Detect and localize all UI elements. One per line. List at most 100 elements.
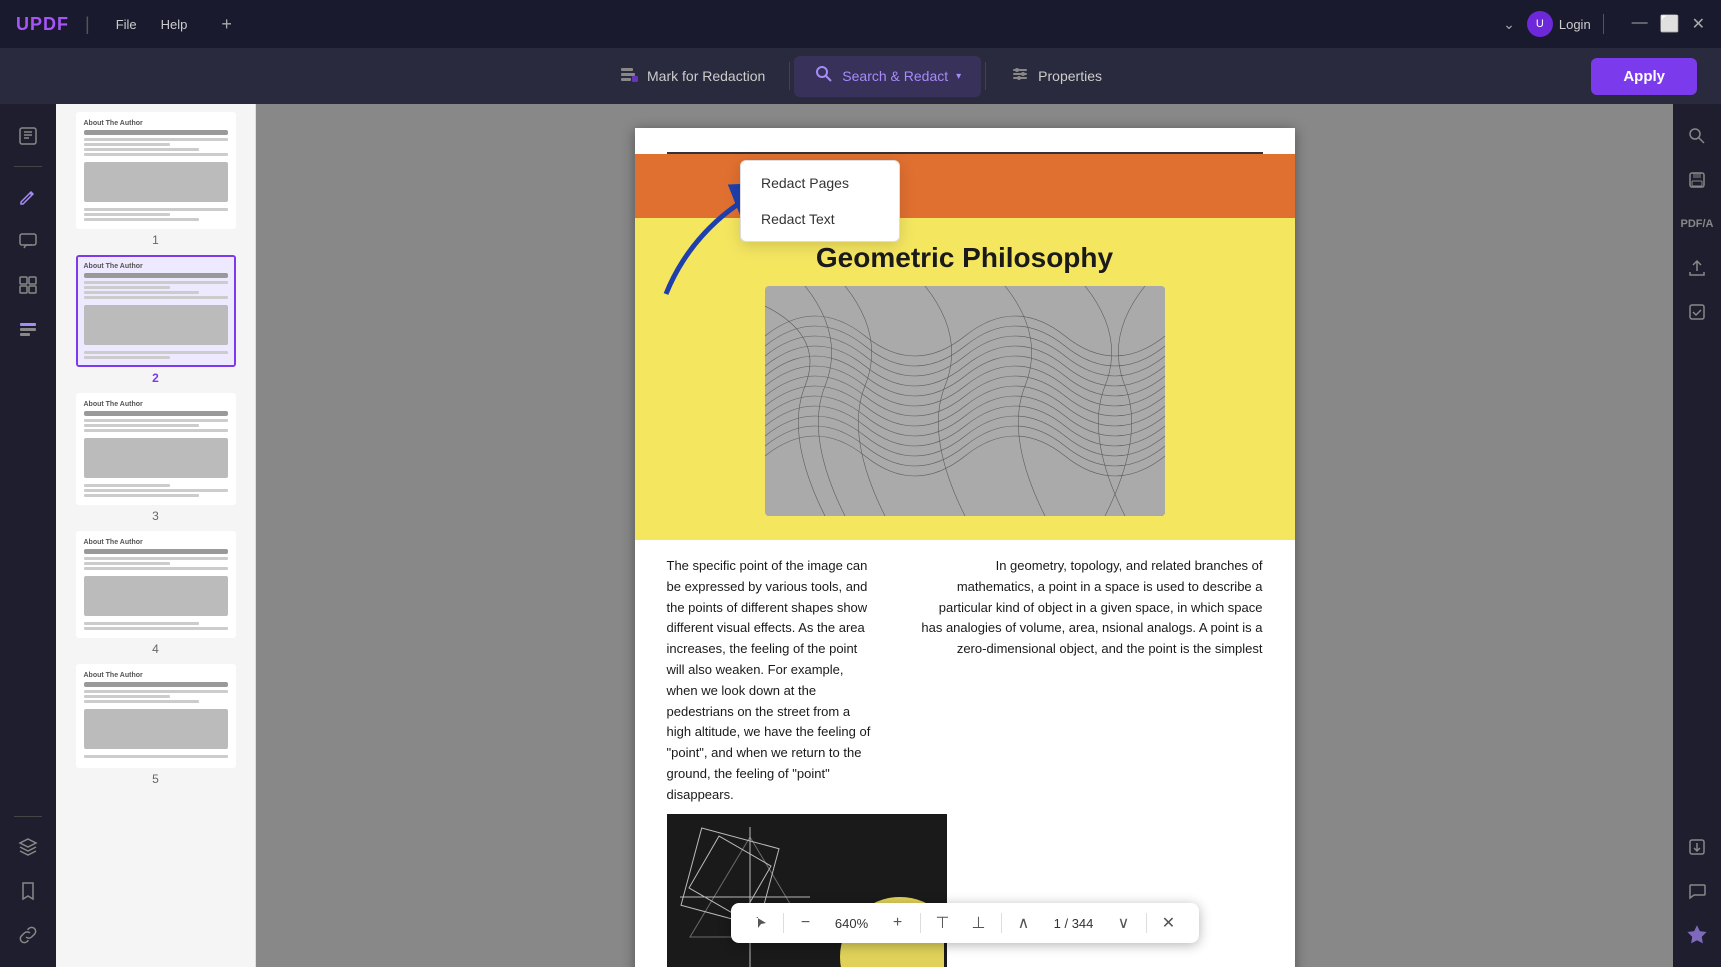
page-thumb-3[interactable]: About The Author 3 [64, 393, 247, 523]
right-pdfa-button[interactable]: PDF/A [1677, 204, 1717, 244]
properties-button[interactable]: Properties [990, 57, 1122, 96]
l [84, 208, 228, 211]
sidebar-item-redact[interactable] [8, 309, 48, 349]
properties-label: Properties [1038, 68, 1102, 84]
zoom-out-button[interactable]: − [792, 909, 820, 937]
search-redact-icon [814, 64, 834, 89]
page-thumb-5[interactable]: About The Author 5 [64, 664, 247, 786]
l [84, 281, 228, 284]
sidebar-item-comment[interactable] [8, 221, 48, 261]
page-left-text: The specific point of the image can be e… [667, 540, 887, 806]
page-thumb-2[interactable]: About The Author 2 [64, 255, 247, 385]
thumb-title-5: About The Author [84, 672, 228, 679]
thumb-img-block [84, 438, 228, 478]
right-check-button[interactable] [1677, 292, 1717, 332]
toolbar: Mark for Redaction Search & Redact ▾ [0, 48, 1721, 104]
toolbar-separator [789, 62, 790, 90]
close-button[interactable]: ✕ [1692, 14, 1705, 34]
redact-text-item[interactable]: Redact Text [741, 201, 899, 237]
thumb-img-3[interactable]: About The Author [76, 393, 236, 505]
menu-help[interactable]: Help [151, 13, 198, 36]
page-yellow-section: Geometric Philosophy [635, 218, 1295, 540]
search-redact-label: Search & Redact [842, 68, 948, 84]
right-search-button[interactable] [1677, 116, 1717, 156]
thumb-lines [84, 281, 228, 359]
l [84, 567, 228, 570]
l [84, 690, 228, 693]
chevron-down-icon[interactable]: ⌄ [1503, 16, 1515, 33]
l [84, 153, 228, 156]
add-tab-button[interactable]: + [213, 12, 240, 37]
l [84, 695, 170, 698]
pdfa-label: PDF/A [1681, 218, 1714, 230]
mark-for-redaction-button[interactable]: Mark for Redaction [599, 56, 785, 97]
thumb-line [84, 273, 228, 278]
thumb-title-4: About The Author [84, 539, 228, 546]
l [84, 494, 199, 497]
properties-icon [1010, 65, 1030, 88]
cursor-tool-button[interactable] [747, 909, 775, 937]
apply-button[interactable]: Apply [1591, 58, 1697, 95]
thumb-img-1[interactable]: About The Author [76, 112, 236, 229]
thumb-img-2[interactable]: About The Author [76, 255, 236, 367]
l [84, 627, 228, 630]
maximize-button[interactable]: ⬜ [1660, 14, 1680, 34]
redact-pages-item[interactable]: Redact Pages [741, 165, 899, 201]
page-orange-bar [635, 154, 1295, 218]
thumb-img-4[interactable]: About The Author [76, 531, 236, 638]
right-sidebar: PDF/A [1673, 104, 1721, 967]
page-number-4: 4 [152, 642, 159, 656]
search-redact-button[interactable]: Search & Redact ▾ [794, 56, 981, 97]
page-number-5: 5 [152, 772, 159, 786]
sidebar-item-edit[interactable] [8, 177, 48, 217]
thumb-lines [84, 690, 228, 760]
sidebar-item-organize[interactable] [8, 265, 48, 305]
l [84, 557, 228, 560]
l [84, 562, 170, 565]
page-thumb-1[interactable]: About The Author 1 [64, 112, 247, 247]
page-thumb-4[interactable]: About The Author 4 [64, 531, 247, 656]
sidebar-item-read[interactable] [8, 116, 48, 156]
thumb-lines [84, 557, 228, 630]
right-star-button[interactable] [1677, 915, 1717, 955]
next-page-button[interactable]: ∨ [1110, 909, 1138, 937]
right-download-button[interactable] [1677, 827, 1717, 867]
l [84, 291, 199, 294]
titlebar-actions: ⌄ U Login — ⬜ ✕ [1503, 11, 1705, 37]
l [84, 138, 228, 141]
login-label: Login [1559, 17, 1591, 32]
l [84, 218, 199, 221]
right-chat-button[interactable] [1677, 871, 1717, 911]
toolbar-group: Mark for Redaction Search & Redact ▾ [599, 56, 1122, 97]
dropdown-chevron-icon: ▾ [956, 71, 961, 82]
sidebar-item-layers[interactable] [8, 827, 48, 867]
l [84, 351, 228, 354]
page-number-3: 3 [152, 509, 159, 523]
right-save-button[interactable] [1677, 160, 1717, 200]
titlebar: UPDF | File Help + ⌄ U Login — ⬜ ✕ [0, 0, 1721, 48]
bottom-bar: − 640% + ⊤ ⊥ ∧ 1 / 344 ∨ ✕ [731, 903, 1199, 943]
fit-top-button[interactable]: ⊤ [929, 909, 957, 937]
close-bottom-bar-button[interactable]: ✕ [1155, 909, 1183, 937]
login-button[interactable]: U Login [1527, 11, 1591, 37]
fit-bottom-button[interactable]: ⊥ [965, 909, 993, 937]
thumb-lines [84, 138, 228, 221]
sidebar-separator-2 [14, 816, 42, 817]
thumb-line [84, 130, 228, 135]
left-sidebar [0, 104, 56, 967]
divider-3 [1001, 913, 1002, 933]
right-upload-button[interactable] [1677, 248, 1717, 288]
sidebar-item-bookmark[interactable] [8, 871, 48, 911]
l [84, 424, 199, 427]
sidebar-item-link[interactable] [8, 915, 48, 955]
window-controls: — ⬜ ✕ [1632, 14, 1705, 34]
thumb-img-block [84, 305, 228, 345]
prev-page-button[interactable]: ∧ [1010, 909, 1038, 937]
minimize-button[interactable]: — [1632, 14, 1648, 34]
l [84, 419, 228, 422]
l [84, 356, 170, 359]
thumb-img-5[interactable]: About The Author [76, 664, 236, 768]
menu-file[interactable]: File [106, 13, 147, 36]
dropdown-menu: Redact Pages Redact Text [740, 160, 900, 242]
zoom-in-button[interactable]: + [884, 909, 912, 937]
